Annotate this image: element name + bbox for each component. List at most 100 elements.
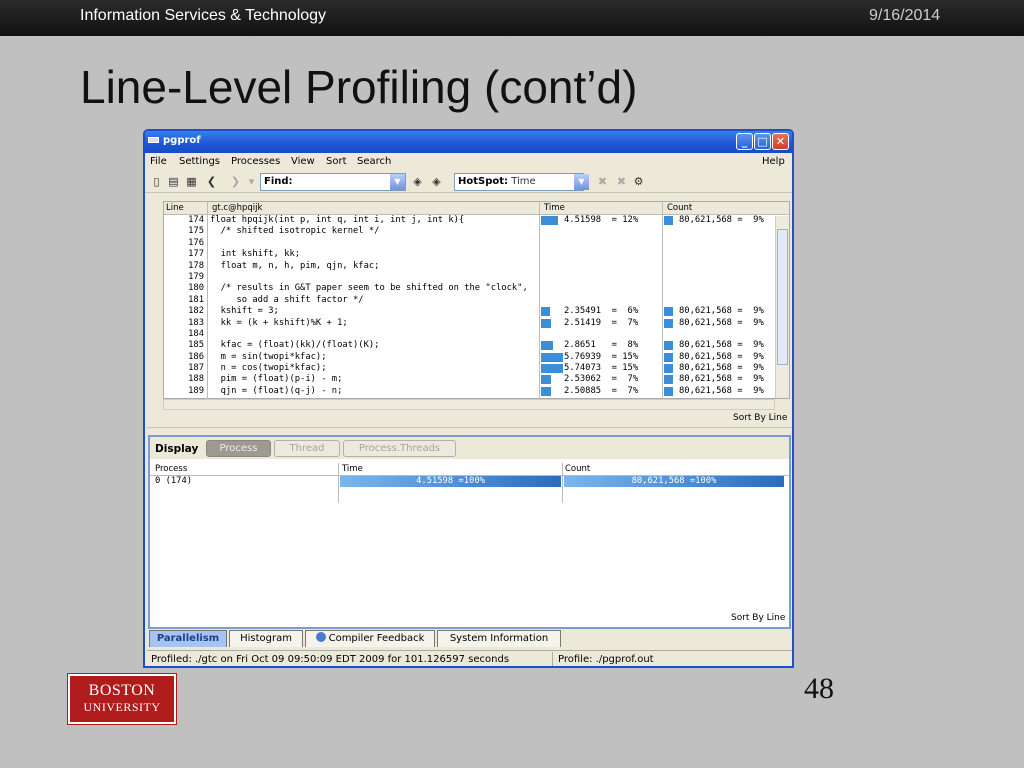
- col-header-process[interactable]: Process: [155, 464, 187, 474]
- count-bar: [664, 386, 673, 396]
- back-icon[interactable]: ❮: [205, 175, 218, 188]
- menu-sort[interactable]: Sort: [326, 156, 347, 167]
- display-process-threads-button[interactable]: Process.Threads: [343, 440, 456, 457]
- count-value: 80,621,568 = 9%: [679, 306, 764, 317]
- source-code: so add a shift factor */: [210, 294, 364, 305]
- tab-parallelism[interactable]: Parallelism: [149, 630, 227, 647]
- count-value: 80,621,568 = 9%: [679, 385, 764, 396]
- table-row[interactable]: 189 qjn = (float)(q-j) - n; 2.50885 = 7% 8…: [164, 386, 789, 397]
- logo-line-2: UNIVERSITY: [83, 700, 161, 714]
- forward-dropdown-icon[interactable]: ▾: [245, 175, 258, 188]
- table-row[interactable]: 187 n = cos(twopi*kfac); 5.74073 = 15% 80,…: [164, 363, 789, 374]
- window-titlebar[interactable]: pgprof _ □ ✕: [145, 131, 792, 153]
- tab-system-information[interactable]: System Information: [437, 630, 561, 647]
- print-icon[interactable]: ▤: [167, 175, 180, 188]
- col-header-time[interactable]: Time: [544, 203, 565, 213]
- table-row[interactable]: 175 /* shifted isotropic kernel */: [164, 226, 789, 237]
- display-bar: Display Process Thread Process.Threads: [150, 437, 789, 459]
- col-header-line[interactable]: Line: [166, 203, 184, 213]
- count-bar: [664, 216, 673, 225]
- count-bar: [664, 341, 673, 351]
- menu-search[interactable]: Search: [357, 156, 391, 167]
- table-row[interactable]: 188 pim = (float)(p-i) - m; 2.53062 = 7% 8…: [164, 374, 789, 385]
- count-value: 80,621,568 = 9%: [679, 340, 764, 351]
- table-row[interactable]: 179: [164, 272, 789, 283]
- col-header-count[interactable]: Count: [667, 203, 692, 213]
- hotspot-next-icon[interactable]: ✖: [615, 175, 628, 188]
- source-code: float m, n, h, pim, qjn, kfac;: [210, 260, 380, 271]
- source-grid: Line gt.c@hpqijk Time Count 174 float hpq…: [163, 201, 790, 400]
- table-row[interactable]: 177 int kshift, kk;: [164, 249, 789, 260]
- table-row[interactable]: 178 float m, n, h, pim, qjn, kfac;: [164, 261, 789, 272]
- time-bar: [541, 375, 551, 385]
- horizontal-scrollbar[interactable]: [163, 399, 775, 410]
- open-icon[interactable]: ▯: [150, 175, 163, 188]
- hotspot-dropdown-button[interactable]: ▼: [574, 174, 589, 190]
- column-divider: [338, 463, 339, 503]
- col-header-count[interactable]: Count: [565, 464, 590, 474]
- table-row[interactable]: 0 (174) 4.51598 =100% 80,621,568 =100%: [150, 476, 789, 487]
- slide-date: 9/16/2014: [869, 7, 941, 24]
- tab-compiler-feedback[interactable]: Compiler Feedback: [305, 630, 435, 647]
- col-header-file[interactable]: gt.c@hpqijk: [212, 203, 262, 213]
- hotspot-settings-icon[interactable]: ⚙: [632, 175, 645, 188]
- panel-splitter[interactable]: [147, 427, 792, 433]
- time-value: 5.76939 = 15%: [564, 351, 639, 362]
- line-number: 180: [188, 283, 204, 294]
- info-icon: [315, 632, 326, 642]
- line-number: 175: [188, 226, 204, 237]
- table-row[interactable]: 180 /* results in G&T paper seem to be s…: [164, 283, 789, 294]
- menu-view[interactable]: View: [291, 156, 315, 167]
- save-icon[interactable]: ▦: [185, 175, 198, 188]
- time-value: 2.53062 = 7%: [564, 374, 639, 385]
- tab-histogram[interactable]: Histogram: [229, 630, 303, 647]
- process-table-header: Process Time Count: [150, 463, 789, 476]
- tab-compiler-feedback-label: Compiler Feedback: [328, 633, 425, 644]
- source-code: kfac = (float)(kk)/(float)(K);: [210, 340, 380, 351]
- display-process-button[interactable]: Process: [206, 440, 271, 457]
- hotspot-select[interactable]: HotSpot: Time: [454, 173, 584, 191]
- process-id: 0 (174): [155, 476, 193, 486]
- line-number: 186: [188, 351, 204, 362]
- menu-help[interactable]: Help: [762, 156, 785, 167]
- find-prev-icon[interactable]: ◈: [411, 175, 424, 188]
- bottom-tabs: Parallelism Histogram Compiler Feedback …: [149, 630, 789, 648]
- menu-processes[interactable]: Processes: [231, 156, 280, 167]
- column-divider: [539, 202, 540, 400]
- table-row[interactable]: 184: [164, 329, 789, 340]
- table-row[interactable]: 186 m = sin(twopi*kfac); 5.76939 = 15% 80,…: [164, 352, 789, 363]
- table-row[interactable]: 185 kfac = (float)(kk)/(float)(K); 2.8651…: [164, 340, 789, 351]
- table-row[interactable]: 181 so add a shift factor */: [164, 295, 789, 306]
- menu-file[interactable]: File: [150, 156, 167, 167]
- display-thread-button[interactable]: Thread: [274, 440, 340, 457]
- forward-icon[interactable]: ❯: [229, 175, 242, 188]
- line-number: 174: [188, 215, 204, 225]
- line-number: 185: [188, 340, 204, 351]
- logo-line-1: BOSTON: [88, 682, 156, 699]
- menubar: File Settings Processes View Sort Search…: [145, 153, 792, 171]
- col-header-time[interactable]: Time: [342, 464, 363, 474]
- vertical-scrollbar[interactable]: [775, 216, 789, 398]
- count-value: 80,621,568 = 9%: [679, 363, 764, 374]
- find-input[interactable]: Find:: [260, 173, 406, 191]
- grid-body: 174 float hpqijk(int p, int q, int i, int…: [164, 215, 789, 397]
- find-dropdown-button[interactable]: ▼: [390, 174, 405, 190]
- time-bar: [541, 341, 553, 351]
- boston-university-logo: BOSTON UNIVERSITY: [67, 673, 177, 725]
- hotspot-clear-icon[interactable]: ✖: [596, 175, 609, 188]
- find-next-icon[interactable]: ◈: [430, 175, 443, 188]
- table-row[interactable]: 174 float hpqijk(int p, int q, int i, int…: [164, 215, 789, 226]
- table-row[interactable]: 183 kk = (k + kshift)%K + 1; 2.51419 = 7%…: [164, 318, 789, 329]
- close-button[interactable]: ✕: [772, 133, 789, 150]
- table-row[interactable]: 182 kshift = 3; 2.35491 = 6% 80,621,568 = …: [164, 306, 789, 317]
- line-number: 181: [188, 294, 204, 305]
- column-divider: [662, 202, 663, 400]
- window-title: pgprof: [163, 135, 201, 146]
- table-row[interactable]: 176: [164, 238, 789, 249]
- minimize-button[interactable]: _: [736, 133, 753, 150]
- scrollbar-thumb[interactable]: [777, 229, 788, 365]
- time-value: 2.51419 = 7%: [564, 317, 639, 328]
- slide-title: Line-Level Profiling (cont’d): [80, 61, 638, 113]
- menu-settings[interactable]: Settings: [179, 156, 220, 167]
- maximize-button[interactable]: □: [754, 133, 771, 150]
